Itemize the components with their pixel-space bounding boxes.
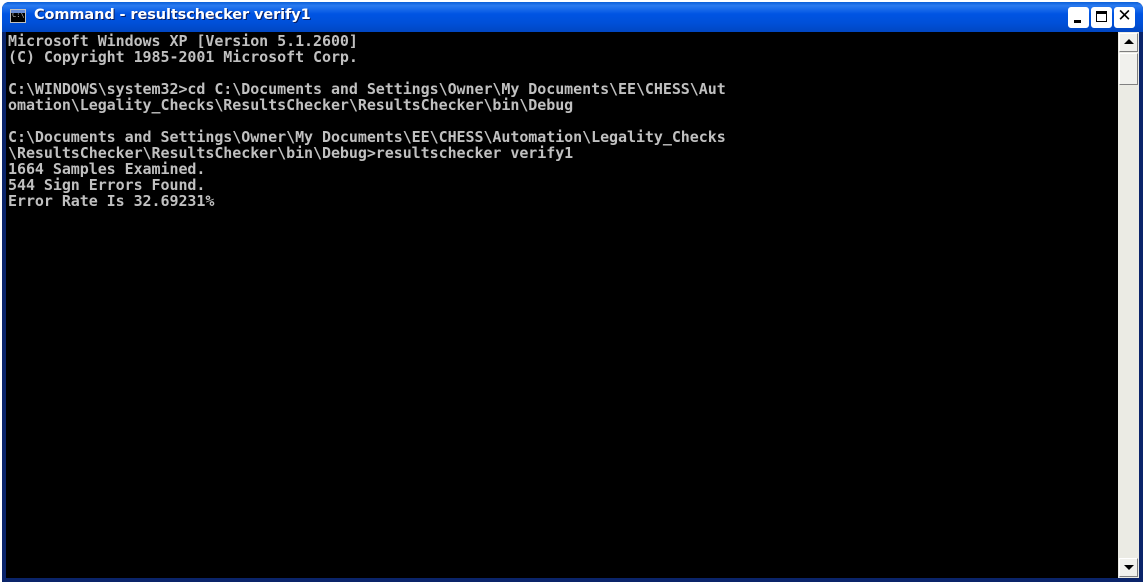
scroll-thumb[interactable] (1119, 53, 1138, 85)
console-line: \ResultsChecker\ResultsChecker\bin\Debug… (8, 144, 574, 162)
minimize-button[interactable] (1068, 7, 1089, 28)
window-title: Command - resultschecker verify1 (34, 7, 311, 23)
maximize-button[interactable] (1091, 7, 1112, 28)
scroll-down-button[interactable] (1119, 558, 1138, 577)
console-line: 544 Sign Errors Found. (8, 176, 206, 194)
title-bar[interactable]: C:\ Command - resultschecker verify1 ✕ (2, 2, 1143, 32)
console-line: omation\Legality_Checks\ResultsChecker\R… (8, 96, 574, 114)
console-line: C:\WINDOWS\system32>cd C:\Documents and … (8, 80, 726, 98)
vertical-scrollbar[interactable] (1118, 32, 1139, 578)
console-line: C:\Documents and Settings\Owner\My Docum… (8, 128, 726, 146)
command-window: C:\ Command - resultschecker verify1 ✕ M… (2, 2, 1143, 582)
console-line: 1664 Samples Examined. (8, 160, 206, 178)
arrow-up-icon (1124, 39, 1134, 44)
close-button[interactable]: ✕ (1114, 7, 1135, 28)
console-output[interactable]: Microsoft Windows XP [Version 5.1.2600] … (6, 32, 1118, 578)
cmd-console-icon[interactable]: C:\ (10, 9, 26, 23)
console-line: (C) Copyright 1985-2001 Microsoft Corp. (8, 48, 358, 66)
minimize-icon (1074, 20, 1081, 23)
console-line: Microsoft Windows XP [Version 5.1.2600] (8, 32, 358, 50)
scroll-up-button[interactable] (1119, 33, 1138, 52)
maximize-icon (1096, 11, 1107, 22)
arrow-down-icon (1124, 565, 1134, 570)
console-line: Error Rate Is 32.69231% (8, 192, 215, 210)
close-icon: ✕ (1117, 6, 1132, 26)
